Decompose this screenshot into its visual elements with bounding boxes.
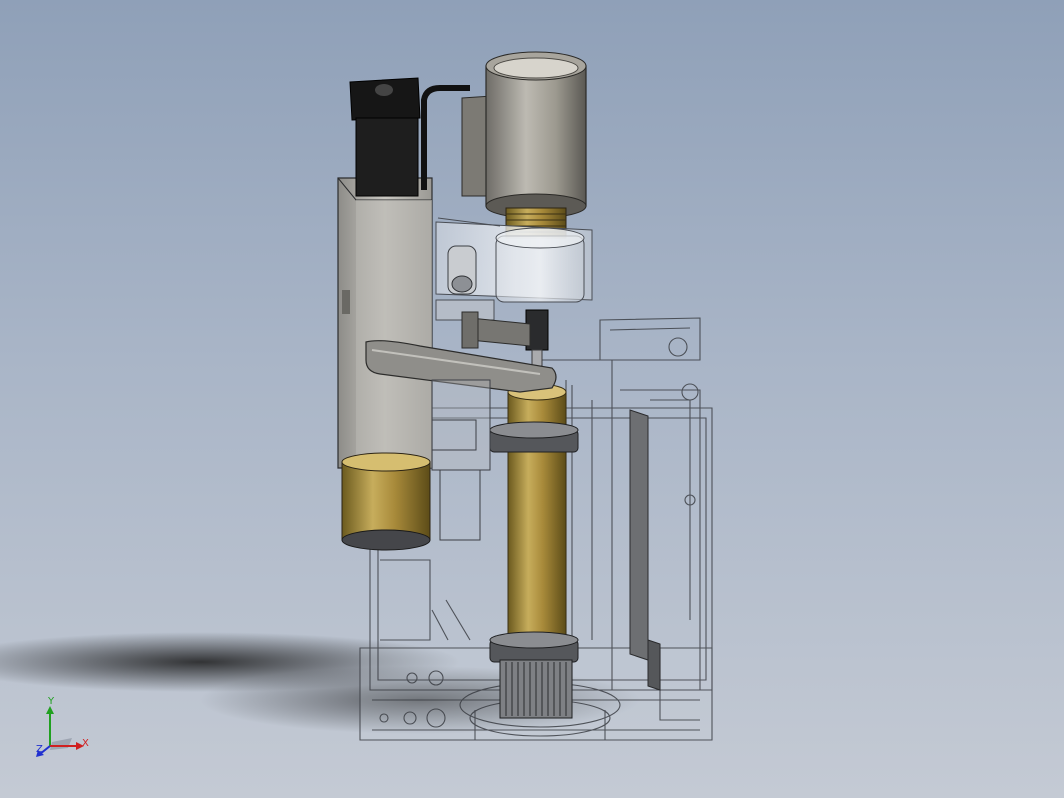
assembly-model[interactable] [0,0,1064,798]
mount-blocks[interactable] [431,379,491,541]
top-cylinder[interactable] [461,51,587,239]
glass-bracket[interactable] [435,217,593,321]
z-axis-label: Z [36,744,43,755]
y-axis-label: Y [48,696,55,707]
cad-3d-viewport[interactable]: Y X Z [0,0,1064,798]
black-connector[interactable] [349,77,470,197]
side-plate[interactable] [629,409,661,691]
x-axis-label: X [82,738,89,749]
coordinate-triad[interactable]: Y X Z [28,696,98,762]
brass-shaft[interactable] [489,383,579,719]
